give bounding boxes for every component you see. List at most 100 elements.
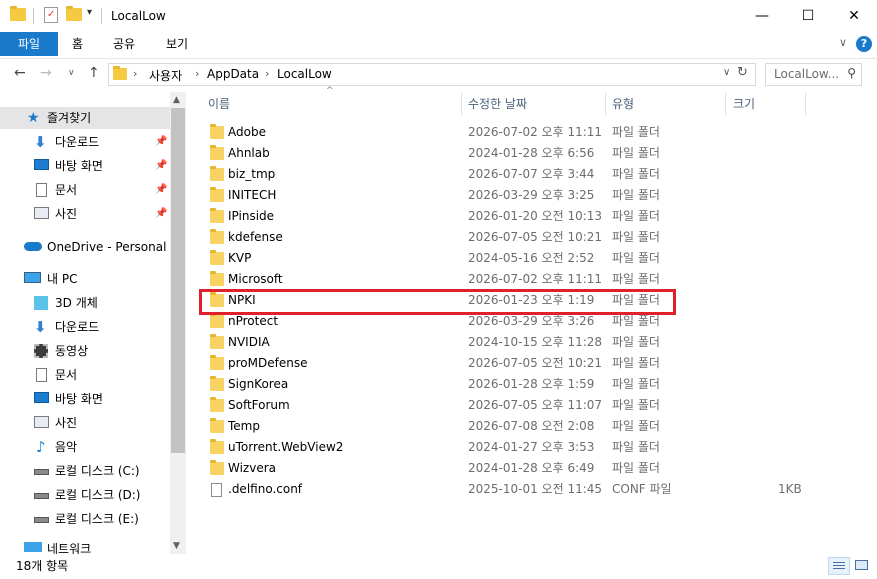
new-folder-icon[interactable] bbox=[66, 6, 82, 21]
file-row[interactable]: SoftForum 2026-07-05 오후 11:07 파일 폴더 bbox=[204, 395, 804, 416]
nav-item-documents-pc[interactable]: 문서 bbox=[0, 364, 170, 386]
nav-item-quick-access[interactable]: ★ 즐겨찾기 bbox=[0, 107, 170, 129]
file-row[interactable]: Microsoft 2026-07-02 오후 11:11 파일 폴더 bbox=[204, 269, 804, 290]
folder-icon bbox=[210, 124, 224, 139]
file-type: 파일 폴더 bbox=[612, 146, 660, 160]
file-row[interactable]: kdefense 2026-07-05 오전 10:21 파일 폴더 bbox=[204, 227, 804, 248]
recent-locations-chevron-icon[interactable]: ∨ bbox=[68, 68, 75, 78]
tab-file[interactable]: 파일 bbox=[0, 32, 58, 56]
properties-checklist-icon[interactable]: ✓ bbox=[44, 7, 58, 23]
tab-home[interactable]: 홈 bbox=[72, 32, 83, 56]
expand-ribbon-chevron-icon[interactable]: ∨ bbox=[839, 36, 847, 49]
file-date: 2026-07-05 오후 11:07 bbox=[468, 398, 603, 412]
nav-item-network[interactable]: 네트워크 bbox=[0, 538, 170, 554]
nav-label: 문서 bbox=[55, 183, 78, 197]
minimize-button[interactable]: — bbox=[739, 0, 785, 32]
nav-item-desktop[interactable]: 바탕 화면 📌 bbox=[0, 155, 170, 177]
pin-icon[interactable]: 📌 bbox=[155, 131, 167, 153]
nav-item-downloads[interactable]: ⬇ 다운로드 📌 bbox=[0, 131, 170, 153]
close-button[interactable]: ✕ bbox=[831, 0, 877, 32]
back-arrow-icon[interactable]: ← bbox=[14, 65, 26, 81]
file-row[interactable]: KVP 2024-05-16 오전 2:52 파일 폴더 bbox=[204, 248, 804, 269]
maximize-button[interactable]: ☐ bbox=[785, 0, 831, 32]
nav-item-pictures[interactable]: 사진 📌 bbox=[0, 203, 170, 225]
tab-share[interactable]: 공유 bbox=[113, 32, 135, 56]
column-divider[interactable] bbox=[725, 92, 726, 116]
address-dropdown-chevron-icon[interactable]: ∨ bbox=[723, 67, 730, 78]
details-view-button[interactable] bbox=[828, 557, 850, 575]
nav-item-desktop-pc[interactable]: 바탕 화면 bbox=[0, 388, 170, 410]
nav-item-pictures-pc[interactable]: 사진 bbox=[0, 412, 170, 434]
pin-icon[interactable]: 📌 bbox=[155, 203, 167, 225]
file-name: NVIDIA bbox=[228, 335, 270, 349]
star-icon: ★ bbox=[27, 110, 40, 126]
column-header-type[interactable]: 유형 bbox=[612, 92, 634, 116]
address-bar[interactable]: › 사용자 › AppData › LocalLow ∨ ↻ bbox=[108, 63, 756, 86]
scroll-up-arrow-icon[interactable]: ▲ bbox=[173, 95, 180, 105]
customize-quick-access-icon[interactable]: ▾ bbox=[87, 7, 92, 18]
file-row[interactable]: Temp 2026-07-08 오전 2:08 파일 폴더 bbox=[204, 416, 804, 437]
help-button[interactable]: ? bbox=[856, 36, 872, 52]
breadcrumb-locallow[interactable]: LocalLow bbox=[277, 67, 332, 81]
scroll-down-arrow-icon[interactable]: ▼ bbox=[173, 541, 180, 551]
file-row[interactable]: uTorrent.WebView2 2024-01-27 오후 3:53 파일 폴더 bbox=[204, 437, 804, 458]
refresh-icon[interactable]: ↻ bbox=[737, 65, 748, 80]
nav-item-videos[interactable]: 동영상 bbox=[0, 340, 170, 362]
breadcrumb-users[interactable]: 사용자 bbox=[149, 67, 182, 84]
forward-arrow-icon[interactable]: → bbox=[40, 65, 52, 81]
nav-item-downloads-pc[interactable]: ⬇ 다운로드 bbox=[0, 316, 170, 338]
folder-icon bbox=[210, 250, 224, 265]
nav-pane-scrollbar[interactable]: ▲ ▼ bbox=[170, 92, 186, 554]
breadcrumb-separator-icon: › bbox=[195, 67, 200, 80]
breadcrumb-appdata[interactable]: AppData bbox=[207, 67, 259, 81]
nav-item-this-pc[interactable]: 내 PC bbox=[0, 268, 170, 290]
pin-icon[interactable]: 📌 bbox=[155, 179, 167, 201]
folder-icon bbox=[210, 313, 224, 328]
folder-icon bbox=[210, 229, 224, 244]
file-name: kdefense bbox=[228, 230, 283, 244]
file-name: biz_tmp bbox=[228, 167, 276, 181]
nav-item-drive-d[interactable]: 로컬 디스크 (D:) bbox=[0, 484, 170, 506]
column-header-date[interactable]: 수정한 날짜 bbox=[468, 92, 527, 116]
file-name: Wizvera bbox=[228, 461, 277, 475]
search-input[interactable]: LocalLow... ⚲ bbox=[765, 63, 862, 86]
nav-item-music[interactable]: ♪ 음악 bbox=[0, 436, 170, 458]
file-type: CONF 파일 bbox=[612, 482, 672, 496]
column-divider[interactable] bbox=[805, 92, 806, 116]
file-row[interactable]: Wizvera 2024-01-28 오후 6:49 파일 폴더 bbox=[204, 458, 804, 479]
column-divider[interactable] bbox=[461, 92, 462, 116]
nav-label: OneDrive - Personal bbox=[47, 240, 167, 254]
folder-icon bbox=[210, 166, 224, 181]
nav-item-documents[interactable]: 문서 📌 bbox=[0, 179, 170, 201]
tab-view[interactable]: 보기 bbox=[166, 32, 188, 56]
nav-item-onedrive[interactable]: OneDrive - Personal bbox=[0, 236, 170, 258]
file-date: 2024-01-27 오후 3:53 bbox=[468, 440, 595, 454]
column-header-size[interactable]: 크기 bbox=[733, 92, 755, 116]
file-row[interactable]: proMDefense 2026-07-05 오전 10:21 파일 폴더 bbox=[204, 353, 804, 374]
drive-icon bbox=[34, 493, 49, 499]
file-type: 파일 폴더 bbox=[612, 335, 660, 349]
file-row[interactable]: NVIDIA 2024-10-15 오후 11:28 파일 폴더 bbox=[204, 332, 804, 353]
file-type: 파일 폴더 bbox=[612, 230, 660, 244]
file-row[interactable]: Adobe 2026-07-02 오후 11:11 파일 폴더 bbox=[204, 122, 804, 143]
large-icons-view-button[interactable] bbox=[851, 557, 873, 575]
nav-label: 동영상 bbox=[55, 344, 89, 358]
file-row[interactable]: biz_tmp 2026-07-07 오후 3:44 파일 폴더 bbox=[204, 164, 804, 185]
desktop-icon bbox=[34, 392, 49, 403]
column-divider[interactable] bbox=[605, 92, 606, 116]
nav-item-drive-e[interactable]: 로컬 디스크 (E:) bbox=[0, 508, 170, 530]
nav-item-drive-c[interactable]: 로컬 디스크 (C:) bbox=[0, 460, 170, 482]
file-row[interactable]: IPinside 2026-01-20 오전 10:13 파일 폴더 bbox=[204, 206, 804, 227]
pin-icon[interactable]: 📌 bbox=[155, 155, 167, 177]
column-header-name[interactable]: 이름 bbox=[208, 92, 230, 116]
nav-item-3d-objects[interactable]: 3D 개체 bbox=[0, 292, 170, 314]
up-arrow-icon[interactable]: ↑ bbox=[88, 65, 100, 81]
file-row[interactable]: INITECH 2026-03-29 오후 3:25 파일 폴더 bbox=[204, 185, 804, 206]
file-row[interactable]: Ahnlab 2024-01-28 오후 6:56 파일 폴더 bbox=[204, 143, 804, 164]
video-icon bbox=[34, 344, 48, 358]
file-row[interactable]: SignKorea 2026-01-28 오후 1:59 파일 폴더 bbox=[204, 374, 804, 395]
scroll-thumb[interactable] bbox=[171, 108, 185, 453]
search-icon[interactable]: ⚲ bbox=[847, 66, 856, 80]
nav-label: 로컬 디스크 (E:) bbox=[55, 512, 139, 526]
file-row[interactable]: .delfino.conf 2025-10-01 오전 11:45 CONF 파일 1… bbox=[204, 479, 804, 500]
